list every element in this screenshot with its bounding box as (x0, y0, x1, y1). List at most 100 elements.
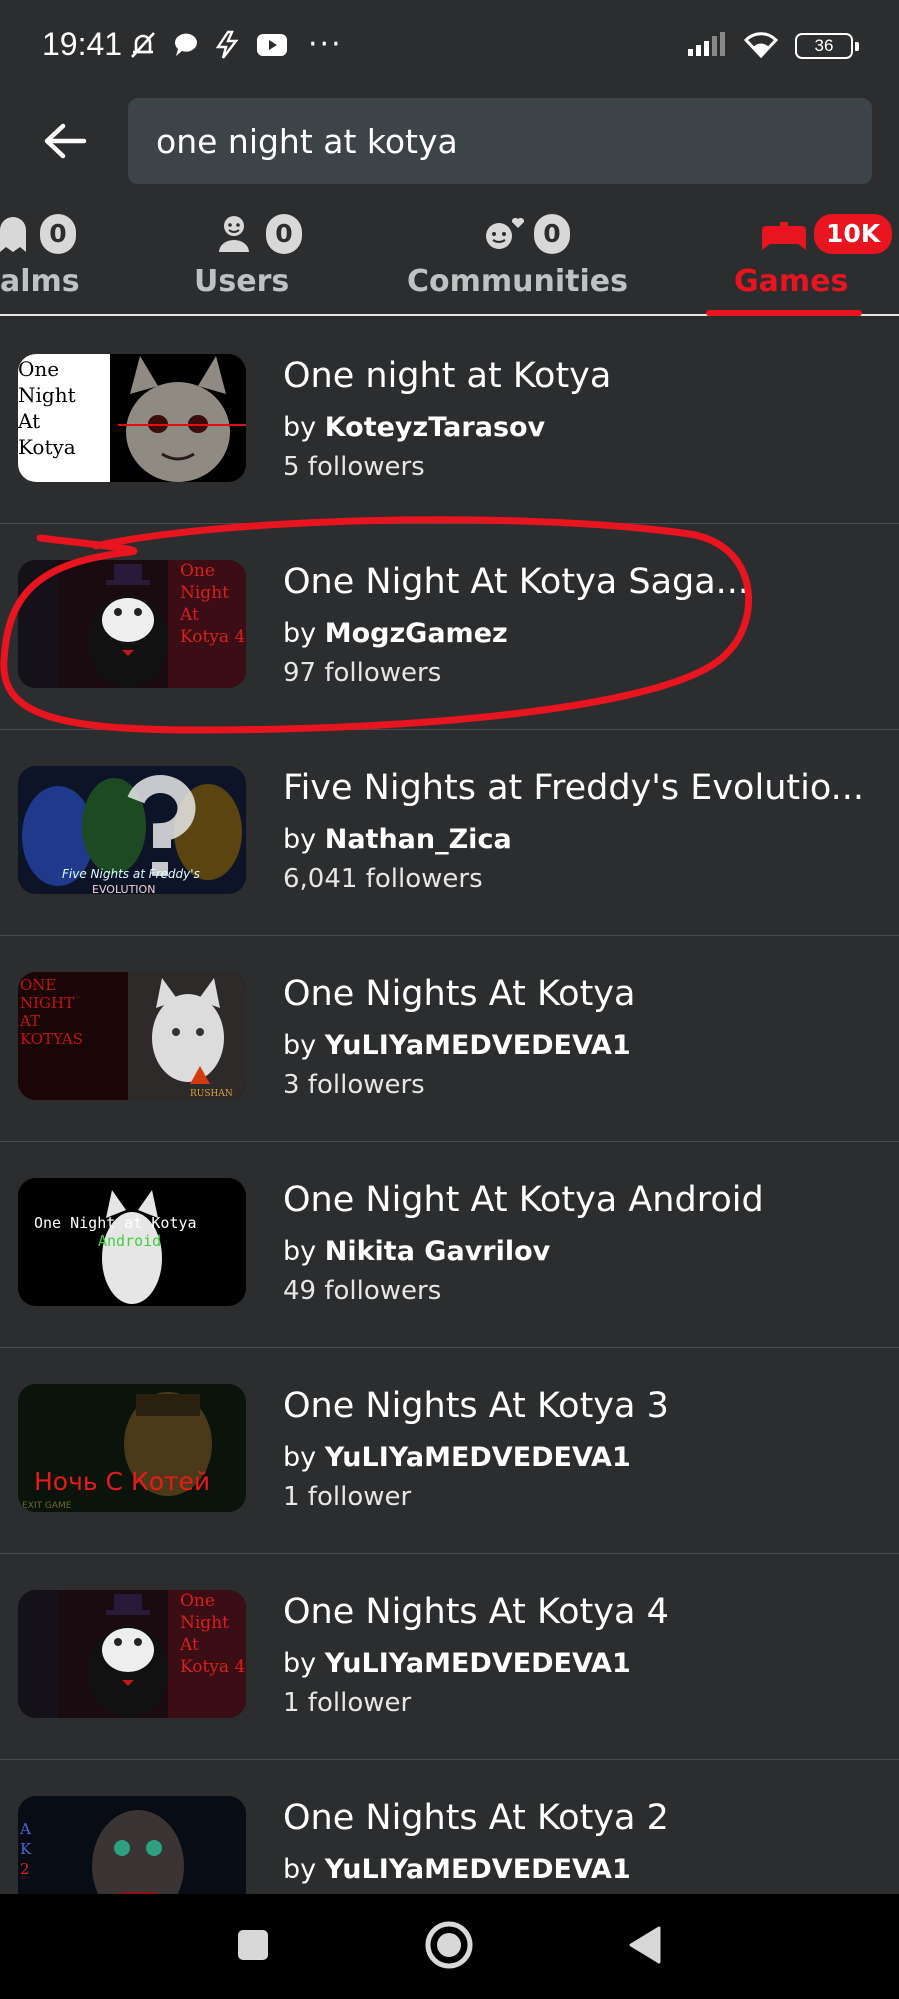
thumb-text: One Night at Kotya (34, 1214, 197, 1232)
follower-count: 6,041 followers (283, 864, 483, 894)
by-label: by (283, 618, 317, 649)
game-title: One Nights At Kotya 2 (283, 1798, 669, 1838)
status-time: 19:41 (42, 26, 123, 62)
thumb-text: At (179, 605, 199, 625)
recents-button[interactable] (222, 1916, 284, 1978)
thumb-text: At (18, 409, 40, 433)
author-name[interactable]: YuLIYaMEDVEDEVA1 (325, 1442, 631, 1473)
tab-label: Communities (407, 264, 628, 299)
game-title: Five Nights at Freddy's Evolutio... (283, 768, 865, 808)
follower-count: 3 followers (283, 1070, 425, 1100)
author-name[interactable]: MogzGamez (325, 618, 508, 649)
author-name[interactable]: YuLIYaMEDVEDEVA1 (325, 1030, 631, 1061)
game-thumbnail: ONE NIGHT AT KOTYAS RUSHAN (18, 972, 246, 1100)
game-thumbnail: One Night At Kotya 4 (18, 1590, 246, 1718)
thumb-text: 2 (20, 1860, 30, 1878)
tab-count: 0 (266, 214, 302, 254)
back-button[interactable] (38, 118, 92, 168)
follower-count: 49 followers (283, 1276, 442, 1306)
author-name[interactable]: YuLIYaMEDVEDEVA1 (325, 1854, 631, 1885)
search-box[interactable] (128, 98, 872, 184)
tab-communities[interactable]: 0 Communities (406, 200, 628, 314)
wifi-icon (743, 30, 779, 62)
author-name[interactable]: KoteyzTarasov (325, 412, 545, 443)
thumb-text: Night (180, 1613, 229, 1633)
signal-icon (687, 31, 727, 61)
lightning-icon (214, 30, 242, 60)
list-item[interactable]: A K 2 One Nights At Kotya 2 by YuLIYaMED… (0, 1760, 899, 1894)
tab-realms[interactable]: 0 alms (0, 200, 110, 314)
list-item[interactable]: One Night At Kotya 4 One Nights At Kotya… (0, 1554, 899, 1760)
active-tab-indicator (706, 310, 862, 316)
list-item[interactable]: Ночь С Котей EXIT GAME One Nights At Kot… (0, 1348, 899, 1554)
game-author: by YuLIYaMEDVEDEVA1 (283, 1442, 631, 1473)
chat-bubble-icon (172, 31, 200, 59)
by-label: by (283, 1442, 317, 1473)
tab-users[interactable]: 0 Users (190, 200, 320, 314)
more-notifications: ··· (308, 27, 343, 62)
game-thumbnail: One Night At Kotya (18, 354, 246, 482)
gamepad-icon (762, 222, 806, 258)
game-author: by Nikita Gavrilov (283, 1236, 550, 1267)
list-item[interactable]: One Night at Kotya Android One Night At … (0, 1142, 899, 1348)
game-title: One Nights At Kotya 3 (283, 1386, 669, 1426)
game-title: One Night At Kotya Saga... (283, 562, 750, 602)
thumb-text: Android (98, 1232, 161, 1250)
game-thumbnail: Five Nights at Freddy's EVOLUTION (18, 766, 246, 894)
system-navigation-bar (0, 1894, 899, 1999)
bell-off-icon (128, 30, 158, 60)
back-triangle-icon (627, 1925, 663, 1969)
home-button[interactable] (418, 1916, 480, 1978)
search-input[interactable] (156, 98, 846, 184)
list-item[interactable]: Five Nights at Freddy's EVOLUTION Five N… (0, 730, 899, 936)
thumb-text: NIGHT (20, 994, 74, 1012)
system-icons: 36 (687, 30, 859, 62)
thumb-text: Kotya (18, 435, 76, 459)
follower-count: 5 followers (283, 452, 425, 482)
follower-count: 1 follower (283, 1688, 412, 1718)
thumb-text: Ночь С Котей (34, 1467, 210, 1496)
game-title: One Nights At Kotya (283, 974, 636, 1014)
community-icon (482, 214, 530, 258)
game-title: One night at Kotya (283, 356, 612, 396)
thumb-text: One (180, 1591, 215, 1611)
thumb-text: K (20, 1840, 32, 1858)
arrow-left-icon (43, 123, 87, 163)
thumb-text: EXIT GAME (22, 1501, 72, 1511)
notification-icons: ··· (128, 30, 343, 60)
by-label: by (283, 412, 317, 443)
tab-label: Users (194, 264, 290, 299)
thumb-text: At (179, 1635, 199, 1655)
tab-count: 0 (534, 214, 570, 254)
youtube-icon (256, 33, 288, 57)
tab-label: alms (0, 264, 80, 299)
game-author: by YuLIYaMEDVEDEVA1 (283, 1854, 631, 1885)
thumb-text: Five Nights at Freddy's (62, 867, 200, 881)
author-name[interactable]: Nikita Gavrilov (325, 1236, 551, 1267)
author-name[interactable]: Nathan_Zica (325, 824, 512, 855)
thumb-text: Night (180, 583, 229, 603)
game-thumbnail: One Night At Kotya 4 (18, 560, 246, 688)
thumb-text: Kotya 4 (180, 627, 245, 647)
game-thumbnail: A K 2 (18, 1796, 246, 1894)
game-title: One Night At Kotya Android (283, 1180, 764, 1220)
list-item[interactable]: ONE NIGHT AT KOTYAS RUSHAN One Nights At… (0, 936, 899, 1142)
status-bar: 19:41 ··· 36 (0, 0, 899, 96)
battery-icon: 36 (795, 33, 859, 59)
game-author: by YuLIYaMEDVEDEVA1 (283, 1030, 631, 1061)
author-name[interactable]: YuLIYaMEDVEDEVA1 (325, 1648, 631, 1679)
list-item[interactable]: One Night At Kotya One night at Kotya by… (0, 318, 899, 524)
thumb-text: ONE (20, 976, 56, 994)
by-label: by (283, 824, 317, 855)
tab-games[interactable]: 10K Games (706, 200, 896, 314)
by-label: by (283, 1854, 317, 1885)
thumb-text: Kotya 4 (180, 1657, 245, 1677)
by-label: by (283, 1030, 317, 1061)
nav-back-button[interactable] (614, 1916, 676, 1978)
tab-label: Games (734, 264, 849, 299)
thumb-text: AT (19, 1012, 40, 1030)
by-label: by (283, 1236, 317, 1267)
list-item[interactable]: One Night At Kotya 4 One Night At Kotya … (0, 524, 899, 730)
game-author: by KoteyzTarasov (283, 412, 545, 443)
home-circle-icon (424, 1920, 474, 1974)
